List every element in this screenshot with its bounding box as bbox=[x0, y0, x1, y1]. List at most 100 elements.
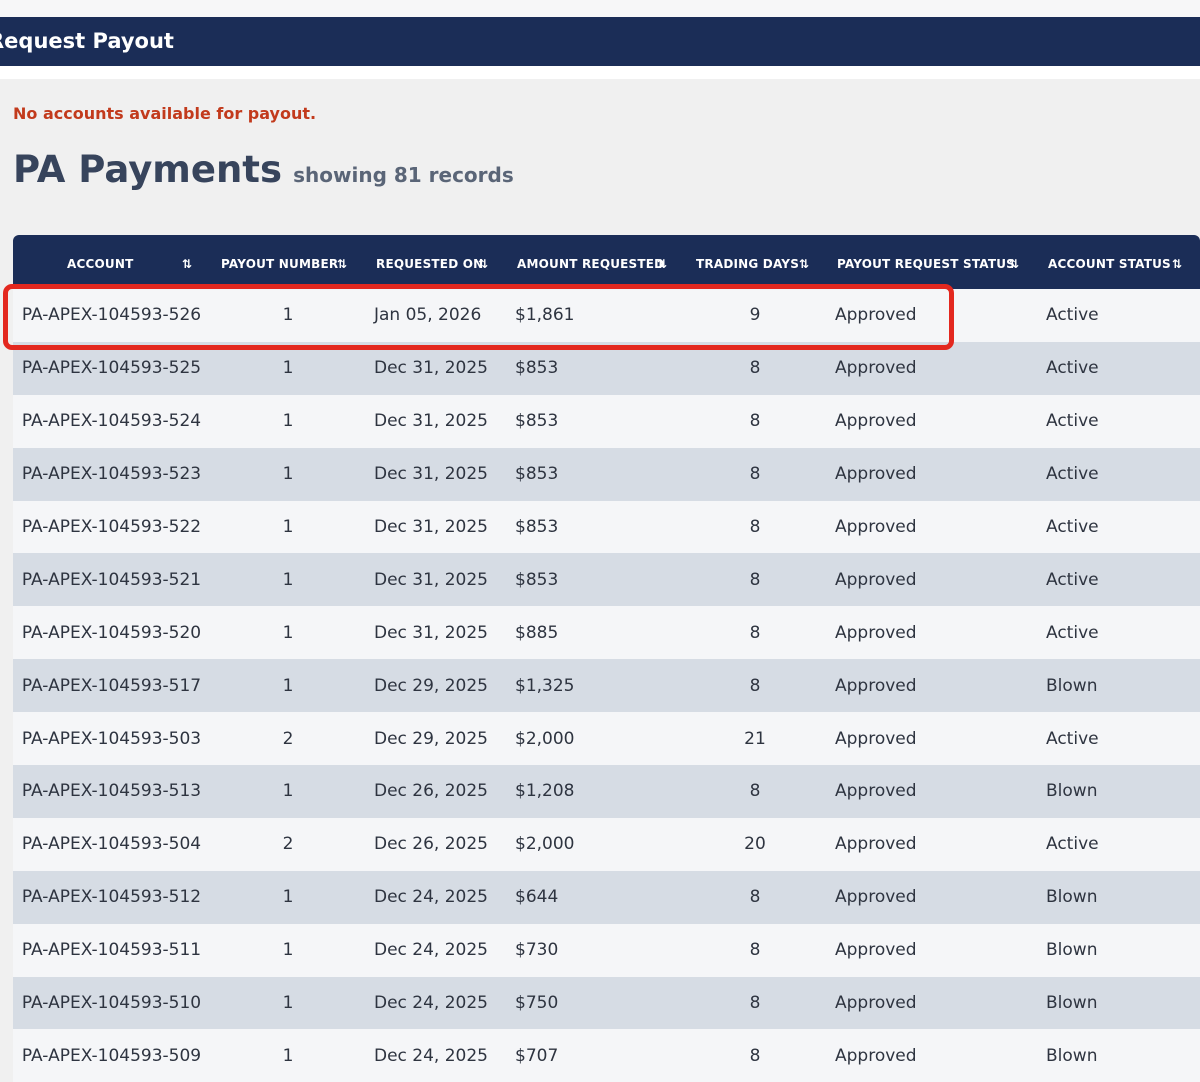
column-header-trading-days[interactable]: TRADING DAYS bbox=[696, 235, 799, 289]
cell-account-status: Blown bbox=[1046, 675, 1098, 696]
column-header-payout-request-status[interactable]: PAYOUT REQUEST STATUS bbox=[837, 235, 1015, 289]
cell-payout-number: 1 bbox=[282, 305, 294, 326]
table-row[interactable]: PA-APEX-104593-520 1 Dec 31, 2025 $885 8 Appr… bbox=[13, 606, 1200, 660]
cell-payout-request-status: Approved bbox=[835, 569, 917, 590]
table-body: PA-APEX-104593-526 1 Jan 05, 2026 $1,861 9 Ap… bbox=[13, 289, 1200, 1082]
cell-requested-on: Dec 24, 2025 bbox=[374, 1045, 489, 1066]
page-title: PA Payments bbox=[13, 148, 283, 191]
cell-payout-number: 1 bbox=[282, 464, 294, 485]
cell-requested-on: Dec 24, 2025 bbox=[374, 940, 489, 961]
table-header: ACCOUNT ⇅ PAYOUT NUMBER ⇅ REQUESTED ON ⇅… bbox=[13, 235, 1200, 289]
cell-requested-on: Dec 26, 2025 bbox=[374, 834, 489, 855]
cell-account-status: Active bbox=[1046, 358, 1099, 379]
cell-account: PA-APEX-104593-517 bbox=[21, 675, 202, 696]
sort-arrows-icon[interactable]: ⇅ bbox=[337, 235, 347, 289]
cell-payout-request-status: Approved bbox=[835, 834, 917, 855]
cell-trading-days: 8 bbox=[749, 411, 761, 432]
cell-account: PA-APEX-104593-513 bbox=[21, 781, 202, 802]
table-row[interactable]: PA-APEX-104593-504 2 Dec 26, 2025 $2,000 20 A… bbox=[13, 817, 1200, 871]
cell-payout-number: 1 bbox=[282, 781, 294, 802]
cell-payout-number: 2 bbox=[282, 728, 294, 749]
cell-requested-on: Dec 24, 2025 bbox=[374, 993, 489, 1014]
cell-payout-request-status: Approved bbox=[835, 940, 917, 961]
cell-requested-on: Dec 31, 2025 bbox=[374, 411, 489, 432]
cell-trading-days: 8 bbox=[749, 940, 761, 961]
cell-account-status: Active bbox=[1046, 728, 1099, 749]
header-bar: Request Payout bbox=[0, 17, 1200, 66]
column-header-payout-number[interactable]: PAYOUT NUMBER bbox=[221, 235, 338, 289]
table-row[interactable]: PA-APEX-104593-521 1 Dec 31, 2025 $853 8 Appr… bbox=[13, 553, 1200, 607]
cell-account: PA-APEX-104593-509 bbox=[21, 1045, 202, 1066]
cell-requested-on: Dec 31, 2025 bbox=[374, 569, 489, 590]
cell-account-status: Blown bbox=[1046, 940, 1098, 961]
column-header-account-status[interactable]: ACCOUNT STATUS bbox=[1048, 235, 1171, 289]
sort-arrows-icon[interactable]: ⇅ bbox=[1009, 235, 1019, 289]
cell-payout-request-status: Approved bbox=[835, 464, 917, 485]
sort-arrows-icon[interactable]: ⇅ bbox=[182, 235, 192, 289]
cell-requested-on: Dec 31, 2025 bbox=[374, 358, 489, 379]
cell-account-status: Active bbox=[1046, 622, 1099, 643]
cell-payout-number: 1 bbox=[282, 411, 294, 432]
cell-account-status: Blown bbox=[1046, 1045, 1098, 1066]
cell-account-status: Active bbox=[1046, 834, 1099, 855]
cell-account: PA-APEX-104593-503 bbox=[21, 728, 202, 749]
cell-payout-request-status: Approved bbox=[835, 358, 917, 379]
cell-account-status: Blown bbox=[1046, 781, 1098, 802]
cell-trading-days: 8 bbox=[749, 675, 761, 696]
cell-requested-on: Jan 05, 2026 bbox=[374, 305, 482, 326]
cell-payout-request-status: Approved bbox=[835, 993, 917, 1014]
cell-trading-days: 8 bbox=[749, 358, 761, 379]
cell-account: PA-APEX-104593-523 bbox=[21, 464, 202, 485]
cell-amount-requested: $1,325 bbox=[515, 675, 575, 696]
cell-account-status: Active bbox=[1046, 569, 1099, 590]
cell-amount-requested: $730 bbox=[515, 940, 559, 961]
cell-requested-on: Dec 31, 2025 bbox=[374, 464, 489, 485]
cell-amount-requested: $707 bbox=[515, 1045, 559, 1066]
table-row[interactable]: PA-APEX-104593-522 1 Dec 31, 2025 $853 8 Appr… bbox=[13, 500, 1200, 554]
cell-payout-request-status: Approved bbox=[835, 781, 917, 802]
cell-trading-days: 8 bbox=[749, 622, 761, 643]
cell-amount-requested: $750 bbox=[515, 993, 559, 1014]
cell-trading-days: 8 bbox=[749, 569, 761, 590]
sort-arrows-icon[interactable]: ⇅ bbox=[657, 235, 667, 289]
column-header-requested-on[interactable]: REQUESTED ON bbox=[376, 235, 483, 289]
cell-account-status: Blown bbox=[1046, 993, 1098, 1014]
table-row[interactable]: PA-APEX-104593-513 1 Dec 26, 2025 $1,208 8 Ap… bbox=[13, 765, 1200, 818]
cell-account-status: Active bbox=[1046, 411, 1099, 432]
cell-amount-requested: $885 bbox=[515, 622, 559, 643]
cell-amount-requested: $853 bbox=[515, 464, 559, 485]
table-row[interactable]: PA-APEX-104593-517 1 Dec 29, 2025 $1,325 8 Ap… bbox=[13, 659, 1200, 713]
cell-trading-days: 9 bbox=[749, 305, 761, 326]
table-row[interactable]: PA-APEX-104593-524 1 Dec 31, 2025 $853 8 Appr… bbox=[13, 394, 1200, 448]
table-row[interactable]: PA-APEX-104593-509 1 Dec 24, 2025 $707 8 Appr… bbox=[13, 1029, 1200, 1082]
sort-arrows-icon[interactable]: ⇅ bbox=[799, 235, 809, 289]
cell-account: PA-APEX-104593-522 bbox=[21, 517, 202, 537]
sort-arrows-icon[interactable]: ⇅ bbox=[1172, 235, 1182, 289]
header-title: Request Payout bbox=[0, 29, 174, 53]
cell-payout-number: 2 bbox=[282, 834, 294, 855]
sort-arrows-icon[interactable]: ⇅ bbox=[478, 235, 488, 289]
cell-amount-requested: $1,208 bbox=[515, 781, 575, 802]
cell-amount-requested: $644 bbox=[515, 887, 559, 908]
cell-account-status: Active bbox=[1046, 464, 1099, 485]
table-row[interactable]: PA-APEX-104593-503 2 Dec 29, 2025 $2,000 21 A… bbox=[13, 712, 1200, 766]
cell-requested-on: Dec 29, 2025 bbox=[374, 675, 489, 696]
table-row[interactable]: PA-APEX-104593-526 1 Jan 05, 2026 $1,861 9 Ap… bbox=[13, 289, 1200, 342]
table-row[interactable]: PA-APEX-104593-523 1 Dec 31, 2025 $853 8 Appr… bbox=[13, 447, 1200, 501]
cell-amount-requested: $853 bbox=[515, 569, 559, 590]
cell-amount-requested: $853 bbox=[515, 517, 559, 537]
cell-trading-days: 21 bbox=[744, 728, 766, 749]
column-header-amount-requested[interactable]: AMOUNT REQUESTED bbox=[517, 235, 664, 289]
cell-payout-request-status: Approved bbox=[835, 887, 917, 908]
cell-account: PA-APEX-104593-520 bbox=[21, 622, 202, 643]
table-row[interactable]: PA-APEX-104593-525 1 Dec 31, 2025 $853 8 Appr… bbox=[13, 341, 1200, 395]
no-accounts-notice: No accounts available for payout. bbox=[13, 104, 317, 123]
cell-account: PA-APEX-104593-521 bbox=[21, 569, 202, 590]
table-row[interactable]: PA-APEX-104593-512 1 Dec 24, 2025 $644 8 Appr… bbox=[13, 870, 1200, 924]
cell-payout-request-status: Approved bbox=[835, 1045, 917, 1066]
cell-amount-requested: $2,000 bbox=[515, 834, 575, 855]
table-row[interactable]: PA-APEX-104593-510 1 Dec 24, 2025 $750 8 Appr… bbox=[13, 976, 1200, 1030]
table-row[interactable]: PA-APEX-104593-511 1 Dec 24, 2025 $730 8 Appr… bbox=[13, 923, 1200, 977]
column-header-account[interactable]: ACCOUNT bbox=[67, 235, 133, 289]
cell-requested-on: Dec 29, 2025 bbox=[374, 728, 489, 749]
